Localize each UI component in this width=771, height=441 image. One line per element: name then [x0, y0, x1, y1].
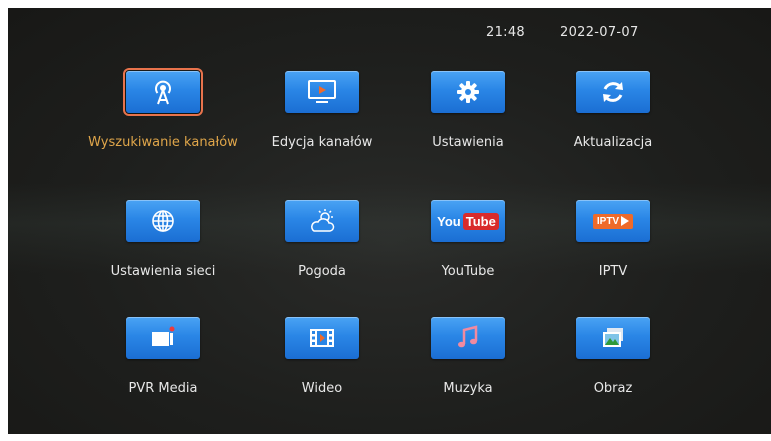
- play-triangle-icon: [621, 216, 630, 226]
- channel-edit-button[interactable]: [285, 71, 359, 113]
- youtube-logo-you: You: [437, 213, 461, 229]
- refresh-icon: [603, 82, 623, 102]
- iptv-label: IPTV: [598, 264, 628, 279]
- iptv-logo-text: IPTV: [596, 215, 620, 227]
- menu-item-update[interactable]: Aktualizacja: [538, 71, 688, 151]
- image-icon: [603, 328, 623, 347]
- weather-icon: [311, 209, 335, 232]
- network-settings-button[interactable]: [126, 200, 200, 242]
- menu-item-image[interactable]: Obraz: [538, 317, 688, 397]
- antenna-icon: [155, 80, 171, 105]
- weather-button[interactable]: [285, 200, 359, 242]
- iptv-button[interactable]: IPTV: [576, 200, 650, 242]
- music-note-icon: [458, 325, 478, 348]
- youtube-button[interactable]: You Tube: [431, 200, 505, 242]
- gear-icon: [457, 81, 479, 103]
- film-icon: [310, 329, 334, 347]
- update-label: Aktualizacja: [573, 135, 653, 150]
- tv-menu-screen: 21:48 2022-07-07 Wyszukiwanie kanałów Ed…: [8, 8, 771, 434]
- menu-item-channel-search[interactable]: Wyszukiwanie kanałów: [88, 68, 238, 151]
- image-label: Obraz: [593, 381, 633, 396]
- youtube-icon: You Tube: [437, 212, 499, 230]
- video-button[interactable]: [285, 317, 359, 359]
- youtube-logo-tube: Tube: [462, 212, 499, 230]
- globe-icon: [152, 210, 174, 232]
- menu-item-pvr-media[interactable]: PVR Media: [88, 317, 238, 397]
- music-button[interactable]: [431, 317, 505, 359]
- channel-search-button[interactable]: [123, 68, 203, 116]
- clock-time: 21:48: [486, 25, 525, 40]
- settings-button[interactable]: [431, 71, 505, 113]
- menu-item-iptv[interactable]: IPTV IPTV: [538, 200, 688, 280]
- iptv-icon: IPTV: [592, 213, 634, 229]
- menu-item-network-settings[interactable]: Ustawienia sieci: [88, 200, 238, 280]
- tv-screen-icon: [308, 80, 336, 103]
- pvr-camera-icon: [152, 326, 175, 346]
- image-button[interactable]: [576, 317, 650, 359]
- pvr-media-button[interactable]: [126, 317, 200, 359]
- update-button[interactable]: [576, 71, 650, 113]
- clock-date: 2022-07-07: [560, 25, 639, 40]
